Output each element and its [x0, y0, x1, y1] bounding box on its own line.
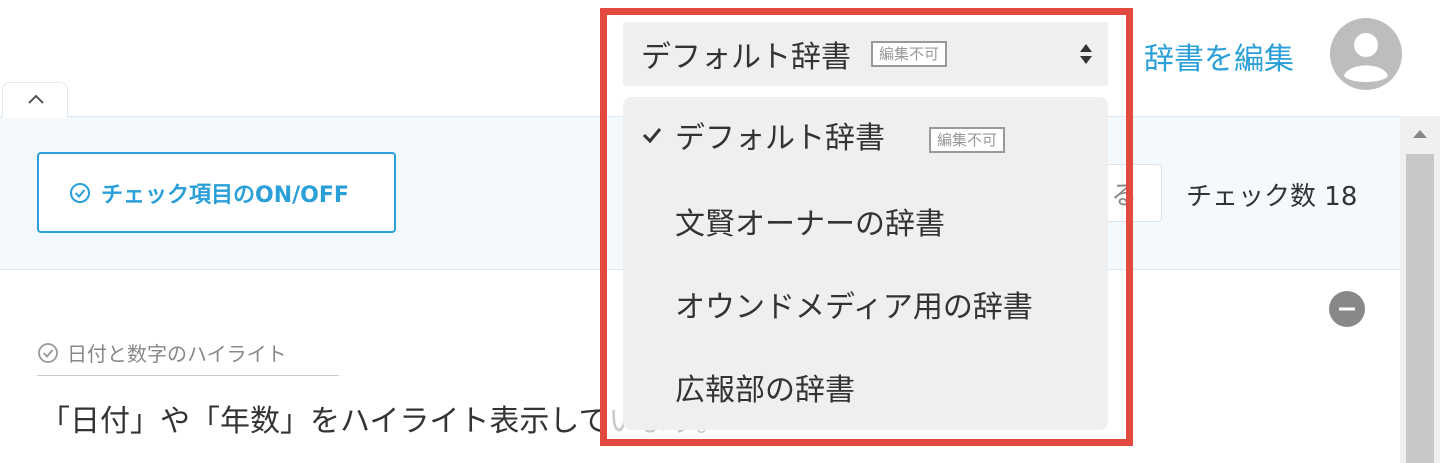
check-count: チェック数 18 [1186, 176, 1357, 213]
toggle-check-items-button[interactable]: チェック項目のON/OFF [37, 152, 396, 233]
edit-dictionary-link[interactable]: 辞書を編集 [1144, 34, 1294, 78]
collapse-panel-tab[interactable] [2, 82, 68, 118]
scroll-up-arrow-icon[interactable] [1411, 128, 1429, 140]
toggle-check-items-label: チェック項目のON/OFF [101, 182, 349, 208]
scrollbar-thumb[interactable] [1406, 154, 1434, 463]
user-avatar-icon[interactable] [1330, 18, 1402, 90]
rule-title: 日付と数字のハイライト [37, 338, 339, 376]
remove-rule-icon[interactable] [1328, 290, 1366, 328]
check-count-value: 18 [1324, 182, 1358, 212]
scrollbar[interactable] [1400, 116, 1440, 463]
check-circle-icon [38, 343, 58, 363]
highlight-annotation-box [600, 8, 1133, 446]
check-count-label: チェック数 [1186, 182, 1317, 212]
rule-description-text: 「日付」や「年数」をハイライト表示して [40, 404, 609, 439]
rule-title-text: 日付と数字のハイライト [67, 342, 287, 366]
check-circle-icon [70, 182, 90, 203]
chevron-up-icon [28, 94, 44, 104]
